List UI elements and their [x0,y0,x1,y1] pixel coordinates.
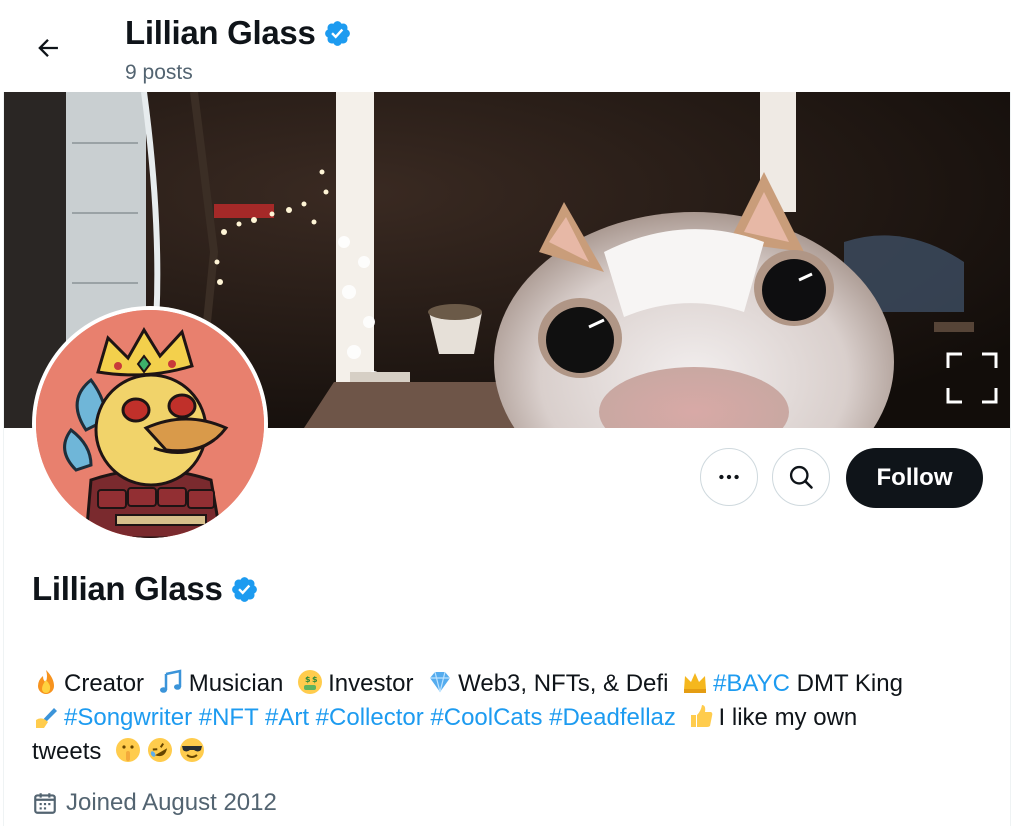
calendar-icon [34,793,56,814]
joined-date-row: Joined August 2012 [32,789,277,817]
profile-avatar[interactable] [32,306,268,542]
bio-investor: Investor [328,670,414,697]
profile-display-name: Lillian Glass [32,570,223,607]
bio-creator: Creator [64,670,145,697]
hashtag-art[interactable]: #Art [265,704,309,731]
follow-button[interactable]: Follow [846,448,983,508]
gem-emoji-icon [430,671,451,693]
bio-dmt-king: DMT King [796,670,903,697]
avatar-illustration [36,310,264,538]
thumbs-up-emoji-icon [690,705,712,727]
money-mouth-emoji-icon: $ $ [298,670,323,694]
rofl-emoji-icon [148,738,173,762]
hashtag-bayc[interactable]: #BAYC [713,670,790,697]
hashtag-deadfellaz[interactable]: #Deadfellaz [549,704,676,731]
verified-badge-icon [324,20,350,46]
verified-badge-icon[interactable] [230,575,259,604]
fire-emoji-icon [38,670,54,694]
svg-text:$: $ [312,675,318,684]
search-icon [789,465,813,489]
more-horizontal-icon [719,474,739,480]
fullscreen-icon[interactable] [946,352,998,404]
profile-bio: Creator Musician $ $ Investor Web3, NFTs… [32,667,992,769]
hashtag-coolcats[interactable]: #CoolCats [430,704,542,731]
avatar-image [36,310,264,538]
bio-like-own: I like my own [718,704,858,731]
shushing-face-emoji-icon [116,738,141,762]
search-profile-button[interactable] [772,448,830,506]
bio-web3: Web3, NFTs, & Defi [458,670,669,697]
more-button[interactable] [700,448,758,506]
profile-header-bar: Lillian Glass 9 posts [0,0,1024,92]
sunglasses-face-emoji-icon [180,738,205,762]
hashtag-collector[interactable]: #Collector [316,704,424,731]
hashtag-nft[interactable]: #NFT [199,704,259,731]
header-name-row: Lillian Glass [125,14,352,52]
joined-date: Joined August 2012 [66,789,277,816]
post-count: 9 posts [125,61,193,84]
back-button[interactable] [28,28,68,68]
writing-hand-emoji-icon [36,708,57,728]
bio-musician: Musician [188,670,284,697]
hashtag-songwriter[interactable]: #Songwriter [64,704,192,731]
music-notes-emoji-icon [159,669,181,693]
right-frame-border [1010,0,1011,826]
crown-emoji-icon [684,673,707,693]
arrow-left-icon [38,39,58,57]
svg-text:$: $ [305,675,311,684]
profile-name-row: Lillian Glass [32,570,259,608]
bio-tweets: tweets [32,738,102,765]
header-name: Lillian Glass [125,14,316,51]
